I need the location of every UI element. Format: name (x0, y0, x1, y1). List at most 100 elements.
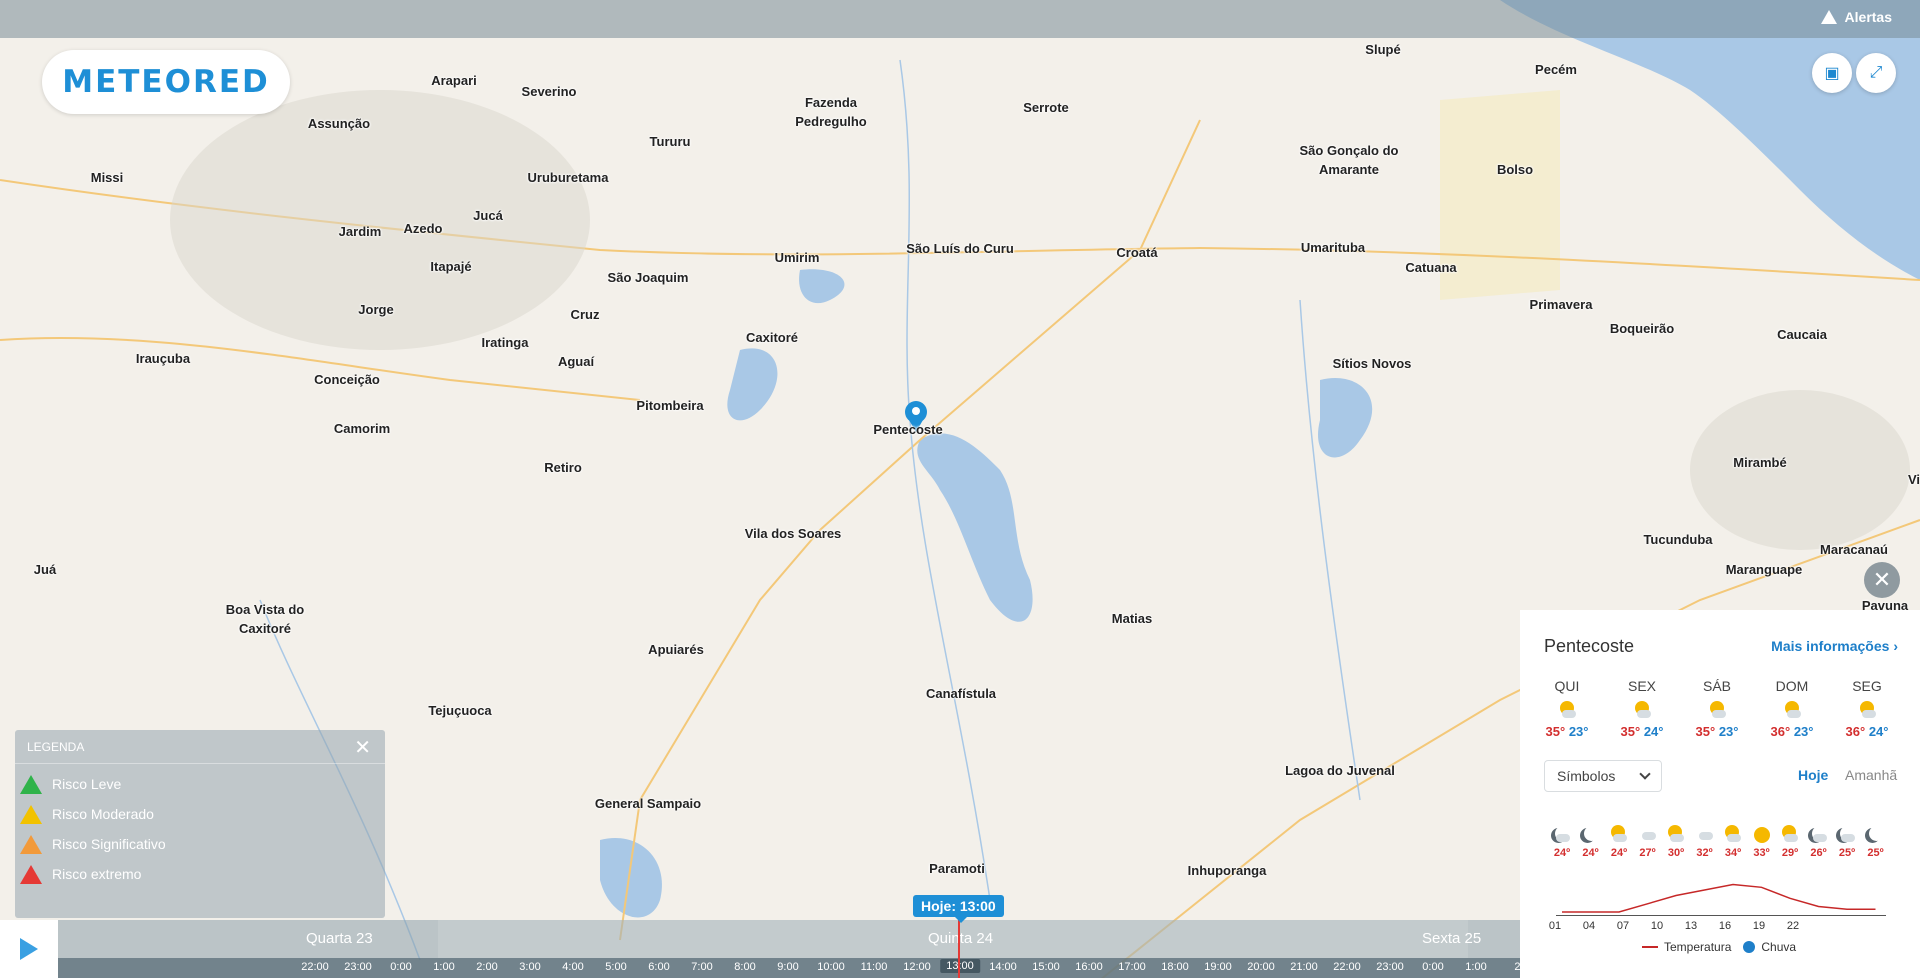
timeline-hour[interactable]: 11:00 (861, 961, 888, 973)
timeline-hour[interactable]: 2:00 (476, 961, 497, 973)
timeline-hour[interactable]: 1:00 (1465, 961, 1486, 973)
more-info-label: Mais informações (1771, 638, 1890, 654)
place-label: Iratinga (481, 335, 529, 350)
forecast-day[interactable]: SEX 35° 24° (1607, 678, 1677, 739)
place-label: Primavera (1529, 297, 1593, 312)
timeline-hour[interactable]: 8:00 (734, 961, 755, 973)
timeline-hour[interactable]: 6:00 (648, 961, 669, 973)
symbols-select[interactable]: Símbolos (1544, 760, 1662, 792)
place-label: Uruburetama (527, 170, 609, 185)
place-label: Tururu (649, 134, 691, 149)
legend-title: LEGENDA (27, 740, 85, 754)
top-bar: Alertas (0, 0, 1920, 38)
sun-cloud-icon (1857, 700, 1877, 720)
hourly-temp: 24º (1582, 847, 1599, 859)
more-info-link[interactable]: Mais informações › (1771, 638, 1898, 654)
timeline-hour[interactable]: 1:00 (433, 961, 454, 973)
place-label: Camorim (333, 421, 391, 436)
place-label: Mirambé (1733, 455, 1787, 470)
timeline-hours[interactable]: 22:00 23:00 0:00 1:00 2:00 3:00 4:00 5:00 6:00 7:… (58, 958, 1524, 978)
forecast-min: 24° (1643, 724, 1664, 739)
timeline-hour[interactable]: 19:00 (1204, 961, 1232, 973)
place-label: Cruz (570, 307, 600, 322)
place-label: Severino (521, 84, 577, 99)
forecast-day-name: SEX (1627, 678, 1656, 694)
place-label: Jorge (358, 302, 394, 317)
alerts-button[interactable]: Alertas (1820, 9, 1892, 25)
place-label: Paramoti (929, 861, 985, 876)
legend-label: Risco Leve (52, 776, 122, 792)
forecast-day[interactable]: DOM 36° 23° (1757, 678, 1827, 739)
timeline-hour[interactable]: 21:00 (1290, 961, 1318, 973)
place-label: Serrote (1023, 100, 1069, 115)
timeline-hour[interactable]: 7:00 (691, 961, 712, 973)
forecast-day[interactable]: SÁB 35° 23° (1682, 678, 1752, 739)
place-label: Jucá (473, 208, 503, 223)
place-label: Fazenda Pedregulho (795, 95, 867, 129)
timeline-hour[interactable]: 18:00 (1161, 961, 1189, 973)
sun-cloud-icon (1722, 824, 1744, 846)
sun-cloud-icon (1665, 824, 1687, 846)
temperature-line-icon (1642, 946, 1658, 948)
timeline-hour[interactable]: 4:00 (562, 961, 583, 973)
play-button[interactable] (0, 920, 58, 978)
timeline-hour[interactable]: 12:00 (903, 961, 931, 973)
timeline-hour[interactable]: 3:00 (519, 961, 540, 973)
screenshot-button[interactable]: ▣ (1812, 53, 1852, 93)
moon-icon (1580, 824, 1602, 846)
timeline-hour[interactable]: 14:00 (989, 961, 1017, 973)
place-label: Irauçuba (135, 351, 191, 366)
place-label: Boa Vista do Caxitoré (225, 602, 305, 636)
timeline[interactable]: Quarta 23 Quinta 24 Sexta 25 22:00 23:00 0… (0, 920, 1524, 978)
timeline-hour[interactable]: 16:00 (1075, 961, 1103, 973)
place-label: Slupé (1365, 42, 1401, 57)
hourly-temp: 25º (1838, 847, 1856, 859)
timeline-hour[interactable]: 22:00 (1333, 961, 1361, 973)
hourly-temp: 27º (1639, 847, 1656, 859)
timeline-hour[interactable]: 10:00 (817, 961, 845, 973)
timeline-hour[interactable]: 13:00 (940, 959, 980, 973)
forecast-max: 36° (1845, 724, 1866, 739)
place-label: Lagoa do Juvenal (1285, 763, 1395, 778)
forecast-day[interactable]: SEG 36° 24° (1832, 678, 1902, 739)
place-label: Tucunduba (1643, 532, 1713, 547)
place-label: Caxitoré (745, 330, 799, 345)
place-label: São Gonçalo do Amarante (1299, 143, 1399, 177)
forecast-max: 35° (1545, 724, 1566, 739)
place-label: Jardim (338, 224, 382, 239)
close-icon: ✕ (1872, 567, 1892, 592)
forecast-min: 23° (1793, 724, 1814, 739)
forecast-day[interactable]: QUI 35° 23° (1532, 678, 1602, 739)
tab-tomorrow[interactable]: Amanhã (1845, 767, 1897, 783)
timeline-hour[interactable]: 5:00 (605, 961, 626, 973)
sun-cloud-icon (1557, 700, 1577, 720)
timeline-hour[interactable]: 15:00 (1032, 961, 1060, 973)
timeline-hour[interactable]: 23:00 (344, 961, 372, 973)
cloud-icon (1694, 824, 1716, 846)
fullscreen-button[interactable]: ⤢ (1856, 53, 1896, 93)
timeline-hour[interactable]: 0:00 (1422, 961, 1443, 973)
place-label: Itapajé (430, 259, 472, 274)
sun-icon (1751, 824, 1773, 846)
logo[interactable]: METEORED (42, 50, 290, 114)
legend-item: Risco Leve (15, 769, 385, 799)
place-label: Pitombeira (636, 398, 704, 413)
play-icon (20, 938, 38, 960)
timeline-hour[interactable]: 20:00 (1247, 961, 1275, 973)
tab-today[interactable]: Hoje (1798, 767, 1828, 783)
legend-item: Risco Significativo (15, 829, 385, 859)
place-label: Catuana (1405, 260, 1457, 275)
close-panel-button[interactable]: ✕ (1864, 562, 1900, 598)
rain-dot-icon (1743, 941, 1756, 953)
place-label: Bolso (1496, 162, 1534, 177)
forecast-min: 24° (1868, 724, 1889, 739)
camera-icon: ▣ (1824, 65, 1840, 82)
timeline-hour[interactable]: 22:00 (301, 961, 329, 973)
timeline-hour[interactable]: 23:00 (1376, 961, 1404, 973)
timeline-hour[interactable]: 17:00 (1118, 961, 1146, 973)
close-legend-icon[interactable]: ✕ (354, 735, 371, 760)
timeline-hour[interactable]: 0:00 (390, 961, 411, 973)
forecast-city: Pentecoste (1544, 636, 1635, 656)
legend-item: Risco extremo (15, 859, 385, 889)
timeline-hour[interactable]: 9:00 (777, 961, 798, 973)
